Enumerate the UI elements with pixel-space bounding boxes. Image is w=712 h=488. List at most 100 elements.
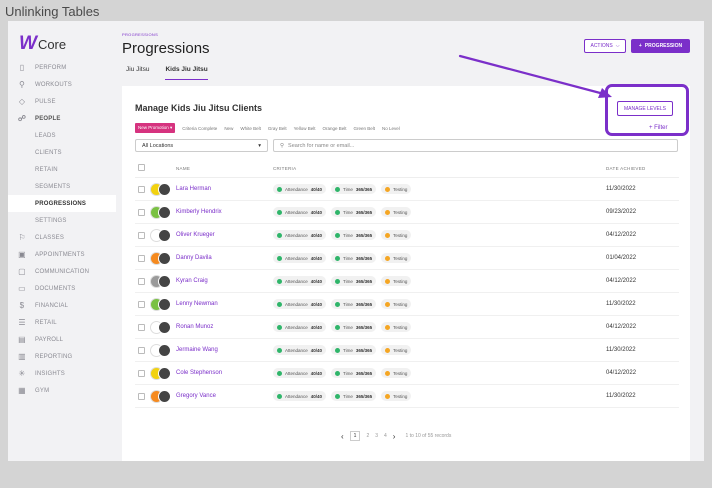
table-row[interactable]: Lara Herman Attendance 40/40 Time 365/365 Tes… — [135, 178, 679, 201]
row-checkbox[interactable] — [138, 324, 145, 331]
column-date-achieved[interactable]: DATE ACHIEVED — [606, 166, 646, 171]
status-dot — [335, 393, 341, 399]
page-4[interactable]: 4 — [384, 433, 387, 439]
sidebar-item-documents[interactable]: ▭ DOCUMENTS — [8, 280, 116, 297]
add-progression-button[interactable]: + PROGRESSION — [631, 39, 690, 53]
chevron-left-icon[interactable]: ‹ — [341, 432, 344, 441]
row-checkbox[interactable] — [138, 209, 145, 216]
avatar — [150, 390, 172, 403]
profile-photo — [158, 367, 171, 380]
time-pill: Time 365/365 — [331, 299, 377, 309]
highlight-box — [605, 84, 689, 136]
client-name-link[interactable]: Lenny Newman — [176, 301, 218, 307]
table-row[interactable]: Ronan Munoz Attendance 40/40 Time 365/365 Tes… — [135, 316, 679, 339]
sidebar-item-financial[interactable]: $ FINANCIAL — [8, 297, 116, 314]
table-row[interactable]: Cole Stephenson Attendance 40/40 Time 365/36… — [135, 362, 679, 385]
sidebar-item-segments[interactable]: SEGMENTS — [8, 178, 116, 195]
level-filter-white-belt[interactable]: White Belt — [240, 126, 261, 131]
sidebar-item-retail[interactable]: ☰ RETAIL — [8, 314, 116, 331]
column-criteria[interactable]: CRITERIA — [273, 166, 296, 171]
sidebar-item-communication[interactable]: ▢ COMMUNICATION — [8, 263, 116, 280]
search-input[interactable]: ⚲ Search for name or email... — [273, 139, 678, 152]
level-filter-gray-belt[interactable]: Gray Belt — [268, 126, 287, 131]
time-pill: Time 365/365 — [331, 253, 377, 263]
level-filter-yellow-belt[interactable]: Yellow Belt — [294, 126, 316, 131]
sidebar-item-retain[interactable]: RETAIN — [8, 161, 116, 178]
page-3[interactable]: 3 — [375, 433, 378, 439]
column-name[interactable]: NAME — [176, 166, 190, 171]
attendance-pill: Attendance 40/40 — [273, 368, 327, 378]
client-name-link[interactable]: Ronan Munoz — [176, 324, 213, 330]
level-filter-green-belt[interactable]: Green Belt — [353, 126, 375, 131]
client-name-link[interactable]: Lara Herman — [176, 186, 211, 192]
row-checkbox[interactable] — [138, 347, 145, 354]
breadcrumb[interactable]: PROGRESSIONS — [122, 32, 158, 37]
table-row[interactable]: Jermaine Wang Attendance 40/40 Time 365/365 T… — [135, 339, 679, 362]
table-row[interactable]: Oliver Krueger Attendance 40/40 Time 365/365… — [135, 224, 679, 247]
row-checkbox[interactable] — [138, 370, 145, 377]
sidebar-item-appointments[interactable]: ▣ APPOINTMENTS — [8, 246, 116, 263]
status-dot — [335, 324, 341, 330]
time-pill: Time 365/365 — [331, 184, 377, 194]
level-filter-no-level[interactable]: No Level — [382, 126, 400, 131]
row-checkbox[interactable] — [138, 393, 145, 400]
sidebar-item-insights[interactable]: ✳ INSIGHTS — [8, 365, 116, 382]
table-row[interactable]: Danny Davila Attendance 40/40 Time 365/365 Te… — [135, 247, 679, 270]
table-row[interactable]: Gregory Vance Attendance 40/40 Time 365/365 T… — [135, 385, 679, 408]
client-name-link[interactable]: Jermaine Wang — [176, 347, 218, 353]
new-promotion-dropdown[interactable]: New Promotion ▾ — [135, 123, 176, 133]
sidebar-item-progressions[interactable]: PROGRESSIONS — [8, 195, 116, 212]
tab-kids-jiu-jitsu[interactable]: Kids Jiu Jitsu — [165, 66, 208, 80]
sidebar-item-label: DOCUMENTS — [35, 285, 76, 292]
level-filter-new[interactable]: New — [224, 126, 233, 131]
client-name-link[interactable]: Kyran Craig — [176, 278, 208, 284]
time-label: Time — [343, 393, 353, 399]
profile-photo — [158, 183, 171, 196]
row-checkbox[interactable] — [138, 255, 145, 262]
client-name-link[interactable]: Kimberly Hendrix — [176, 209, 222, 215]
avatar — [150, 183, 172, 196]
status-dot — [385, 301, 391, 307]
sidebar-item-settings[interactable]: SETTINGS — [8, 212, 116, 229]
row-checkbox[interactable] — [138, 278, 145, 285]
sidebar-item-payroll[interactable]: ▤ PAYROLL — [8, 331, 116, 348]
location-select[interactable]: All Locations ▾ — [135, 139, 268, 152]
attendance-label: Attendance — [285, 232, 308, 238]
level-filter-orange-belt[interactable]: Orange Belt — [322, 126, 346, 131]
page-1[interactable]: 1 — [349, 431, 361, 441]
sidebar-item-pulse[interactable]: ◇ PULSE — [8, 93, 116, 110]
row-checkbox[interactable] — [138, 232, 145, 239]
status-dot — [335, 347, 341, 353]
sidebar-item-perform[interactable]: ▯ PERFORM — [8, 59, 116, 76]
status-dot — [385, 324, 391, 330]
brand-logo[interactable]: W Core — [19, 33, 66, 55]
row-checkbox[interactable] — [138, 186, 145, 193]
client-name-link[interactable]: Gregory Vance — [176, 393, 216, 399]
status-dot — [277, 186, 282, 192]
page-2[interactable]: 2 — [366, 433, 369, 439]
sidebar-item-gym[interactable]: ▦ GYM — [8, 382, 116, 399]
payroll-icon: ▤ — [18, 335, 26, 344]
client-name-link[interactable]: Cole Stephenson — [176, 370, 222, 376]
level-filter-criteria-complete[interactable]: Criteria Complete — [182, 126, 217, 131]
table-row[interactable]: Kimberly Hendrix Attendance 40/40 Time 365/3… — [135, 201, 679, 224]
row-checkbox[interactable] — [138, 301, 145, 308]
sidebar-item-classes[interactable]: ⚐ CLASSES — [8, 229, 116, 246]
attendance-value: 40/40 — [310, 301, 323, 307]
attendance-label: Attendance — [285, 393, 308, 399]
actions-button[interactable]: ACTIONS ⌵ — [584, 39, 626, 53]
chevron-right-icon[interactable]: › — [393, 432, 396, 441]
sidebar-item-people[interactable]: ☍ PEOPLE — [8, 110, 116, 127]
sidebar-item-leads[interactable]: LEADS — [8, 127, 116, 144]
sidebar-item-clients[interactable]: CLIENTS — [8, 144, 116, 161]
sidebar-item-workouts[interactable]: ⚲ WORKOUTS — [8, 76, 116, 93]
tab-jiu-jitsu[interactable]: Jiu Jitsu — [126, 66, 149, 80]
client-name-link[interactable]: Oliver Krueger — [176, 232, 215, 238]
table-row[interactable]: Lenny Newman Attendance 40/40 Time 365/365 Te… — [135, 293, 679, 316]
client-name-link[interactable]: Danny Davila — [176, 255, 212, 261]
attendance-pill: Attendance 40/40 — [273, 184, 327, 194]
select-all-checkbox[interactable] — [138, 164, 145, 171]
table-row[interactable]: Kyran Craig Attendance 40/40 Time 365/365 Tes… — [135, 270, 679, 293]
sidebar-item-reporting[interactable]: ▥ REPORTING — [8, 348, 116, 365]
gym-icon: ▦ — [18, 386, 26, 395]
